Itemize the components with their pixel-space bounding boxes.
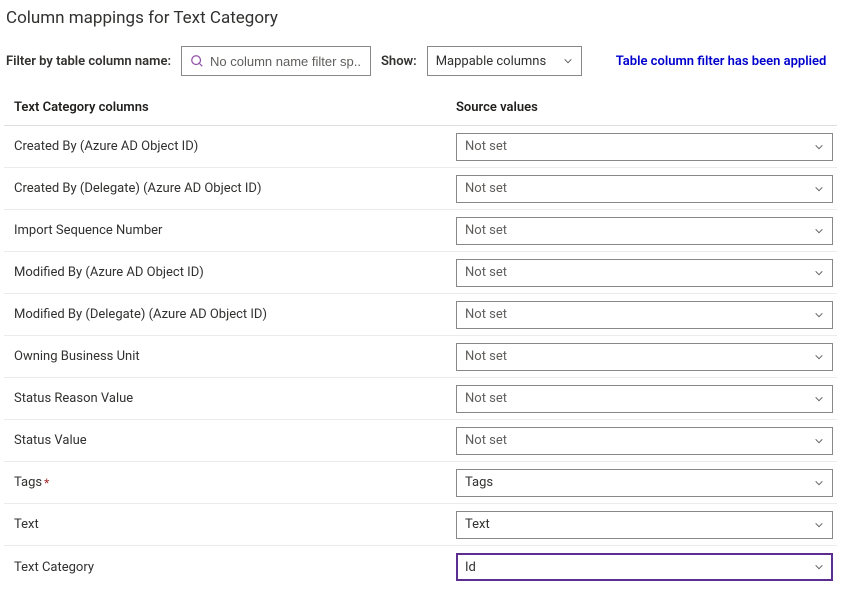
required-indicator: * [44,476,49,490]
dropdown-value: Tags [465,475,493,490]
header-source-values: Source values [456,100,837,115]
column-label-text: Status Reason Value [14,391,133,406]
table-header-row: Text Category columns Source values [4,100,837,126]
chevron-down-icon [814,478,824,488]
source-value-dropdown[interactable]: Tags [456,469,833,497]
source-value-cell: Not set [456,217,837,245]
table-row: Status Value Not set [4,420,837,462]
column-label-text: Tags [14,475,42,490]
dropdown-value: Not set [465,391,507,406]
source-value-dropdown[interactable]: Not set [456,343,833,371]
search-icon [190,54,204,68]
filter-label: Filter by table column name: [6,54,171,69]
dropdown-value: Not set [465,223,507,238]
source-value-cell: Not set [456,343,837,371]
chevron-down-icon [814,394,824,404]
source-value-cell: Tags [456,469,837,497]
chevron-down-icon [814,562,824,572]
dropdown-value: Not set [465,265,507,280]
column-label: Created By (Azure AD Object ID) [4,139,456,154]
show-label: Show: [381,54,417,69]
table-row: Tags *Tags [4,462,837,504]
show-select-value: Mappable columns [436,54,547,69]
column-label-text: Created By (Delegate) (Azure AD Object I… [14,181,261,196]
source-value-cell: Id [456,553,837,581]
column-label: Owning Business Unit [4,349,456,364]
table-row: Import Sequence Number Not set [4,210,837,252]
dropdown-value: Id [465,560,476,575]
source-value-dropdown[interactable]: Not set [456,133,833,161]
source-value-cell: Not set [456,301,837,329]
dropdown-value: Text [465,517,490,532]
source-value-dropdown[interactable]: Not set [456,301,833,329]
dropdown-value: Not set [465,349,507,364]
filter-input[interactable] [210,54,362,69]
column-label-text: Created By (Azure AD Object ID) [14,139,198,154]
source-value-dropdown[interactable]: Id [456,553,833,581]
filter-row: Filter by table column name: Show: Mappa… [4,46,837,76]
source-value-cell: Not set [456,259,837,287]
dropdown-value: Not set [465,433,507,448]
source-value-dropdown[interactable]: Not set [456,175,833,203]
source-value-dropdown[interactable]: Not set [456,427,833,455]
table-row: Owning Business Unit Not set [4,336,837,378]
column-label-text: Modified By (Delegate) (Azure AD Object … [14,307,267,322]
source-value-cell: Text [456,511,837,539]
column-label: Import Sequence Number [4,223,456,238]
dropdown-value: Not set [465,181,507,196]
page-title: Column mappings for Text Category [4,8,837,28]
chevron-down-icon [814,142,824,152]
column-label: Tags * [4,475,456,490]
table-row: Modified By (Azure AD Object ID) Not set [4,252,837,294]
column-label-text: Text Category [14,560,94,575]
source-value-cell: Not set [456,133,837,161]
chevron-down-icon [814,226,824,236]
source-value-dropdown[interactable]: Not set [456,259,833,287]
source-value-dropdown[interactable]: Not set [456,385,833,413]
column-label: Created By (Delegate) (Azure AD Object I… [4,181,456,196]
source-value-dropdown[interactable]: Not set [456,217,833,245]
dropdown-value: Not set [465,139,507,154]
column-label-text: Modified By (Azure AD Object ID) [14,265,204,280]
chevron-down-icon [814,184,824,194]
chevron-down-icon [814,520,824,530]
filter-applied-message: Table column filter has been applied [616,54,827,69]
chevron-down-icon [814,436,824,446]
chevron-down-icon [563,56,573,66]
column-label: Text [4,517,456,532]
column-label-text: Text [14,517,39,532]
source-value-dropdown[interactable]: Text [456,511,833,539]
table-row: Status Reason Value Not set [4,378,837,420]
mapping-table-body: Created By (Azure AD Object ID)Not setCr… [4,126,837,588]
filter-input-container[interactable] [181,46,371,76]
column-label-text: Import Sequence Number [14,223,162,238]
column-label: Text Category [4,560,456,575]
column-label-text: Status Value [14,433,87,448]
show-select[interactable]: Mappable columns [427,46,582,76]
source-value-cell: Not set [456,385,837,413]
column-label: Modified By (Azure AD Object ID) [4,265,456,280]
column-label: Modified By (Delegate) (Azure AD Object … [4,307,456,322]
chevron-down-icon [814,310,824,320]
source-value-cell: Not set [456,427,837,455]
table-row: Created By (Azure AD Object ID) Not set [4,126,837,168]
column-label-text: Owning Business Unit [14,349,140,364]
column-label: Status Value [4,433,456,448]
table-row: Modified By (Delegate) (Azure AD Object … [4,294,837,336]
chevron-down-icon [814,268,824,278]
source-value-cell: Not set [456,175,837,203]
table-row: Text Category Id [4,546,837,588]
column-label: Status Reason Value [4,391,456,406]
table-row: Text Text [4,504,837,546]
dropdown-value: Not set [465,307,507,322]
header-category-columns: Text Category columns [4,100,456,115]
table-row: Created By (Delegate) (Azure AD Object I… [4,168,837,210]
chevron-down-icon [814,352,824,362]
